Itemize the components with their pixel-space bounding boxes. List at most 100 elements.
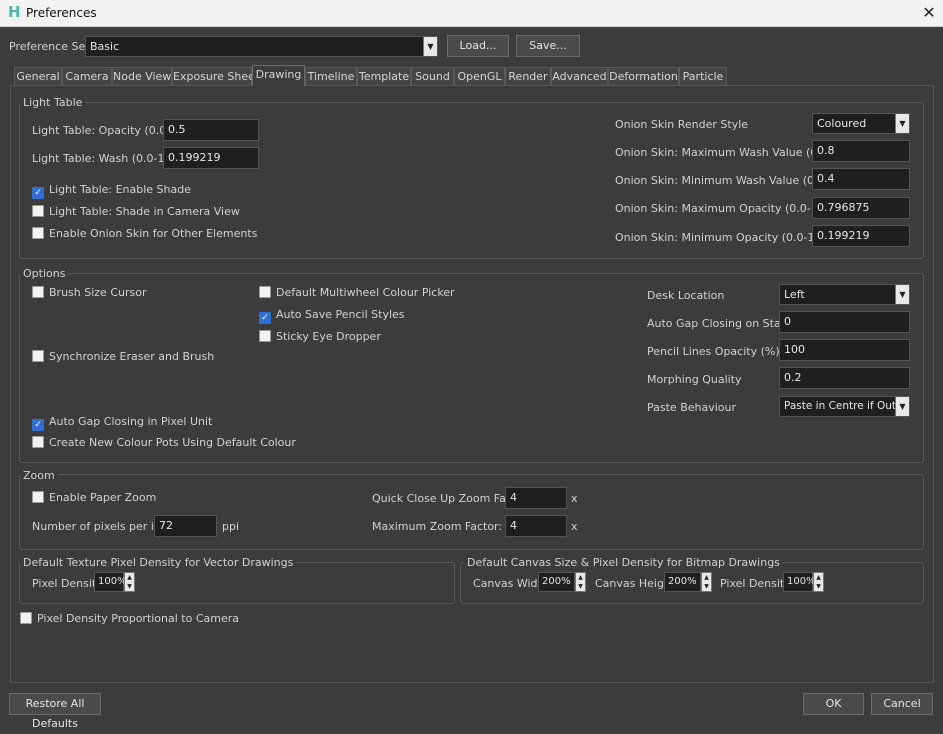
- tab-render[interactable]: Render: [505, 67, 551, 85]
- title-bar: H Preferences ✕: [0, 0, 943, 27]
- paste-behaviour-select[interactable]: Paste in Centre if Outside ▼: [779, 396, 910, 417]
- cancel-button[interactable]: Cancel: [871, 693, 933, 715]
- morphing-quality-input[interactable]: 0.2: [779, 367, 910, 389]
- spin-arrows-icon[interactable]: ▲ ▼: [813, 572, 824, 592]
- ppi-input[interactable]: 72: [154, 515, 217, 537]
- tab-sound[interactable]: Sound: [411, 67, 454, 85]
- min-wash-input[interactable]: 0.4: [812, 168, 910, 190]
- shade-camera-view-checkbox[interactable]: Light Table: Shade in Camera View: [32, 205, 240, 219]
- tab-exposure-sheet[interactable]: Exposure Sheet: [172, 67, 259, 85]
- canvas-density-spinbox[interactable]: 100% ▲ ▼: [783, 572, 827, 592]
- tab-drawing[interactable]: Drawing: [252, 65, 305, 86]
- tab-camera[interactable]: Camera: [62, 67, 112, 85]
- max-zoom-input[interactable]: 4: [505, 515, 567, 537]
- max-wash-input[interactable]: 0.8: [812, 140, 910, 162]
- ok-button[interactable]: OK: [803, 693, 864, 715]
- arrow-up-icon[interactable]: ▲: [816, 574, 821, 581]
- chevron-down-icon[interactable]: ▼: [423, 37, 437, 56]
- texture-density-title: Default Texture Pixel Density for Vector…: [20, 556, 297, 569]
- preference-set-select[interactable]: Basic ▼: [85, 36, 438, 57]
- desk-location-label: Desk Location: [647, 289, 725, 302]
- tab-deformation[interactable]: Deformation: [608, 67, 679, 85]
- desk-location-select[interactable]: Left ▼: [779, 284, 910, 305]
- sync-eraser-label: Synchronize Eraser and Brush: [49, 350, 215, 363]
- arrow-down-icon[interactable]: ▼: [816, 583, 821, 590]
- checkbox-box: [259, 286, 271, 298]
- auto-save-pencil-checkbox[interactable]: ✓ Auto Save Pencil Styles: [259, 308, 405, 324]
- arrow-down-icon[interactable]: ▼: [704, 583, 709, 590]
- tab-general[interactable]: General: [14, 67, 62, 85]
- sync-eraser-checkbox[interactable]: Synchronize Eraser and Brush: [32, 350, 214, 364]
- checkmark-icon: ✓: [32, 419, 44, 431]
- spin-arrows-icon[interactable]: ▲ ▼: [124, 572, 135, 592]
- auto-gap-startup-input[interactable]: 0: [779, 311, 910, 333]
- chevron-down-icon[interactable]: ▼: [895, 397, 909, 416]
- density-proportional-checkbox[interactable]: Pixel Density Proportional to Camera: [20, 612, 239, 626]
- checkbox-box: [20, 612, 32, 624]
- load-button[interactable]: Load...: [447, 35, 509, 57]
- paste-behaviour-label: Paste Behaviour: [647, 401, 737, 414]
- spin-arrows-icon[interactable]: ▲ ▼: [575, 572, 586, 592]
- texture-density-value[interactable]: 100%: [94, 572, 127, 592]
- max-zoom-label: Maximum Zoom Factor:: [372, 520, 503, 533]
- desk-location-value: Left: [784, 288, 805, 301]
- restore-defaults-button[interactable]: Restore All Defaults: [9, 693, 101, 730]
- tab-opengl[interactable]: OpenGL: [454, 67, 505, 85]
- render-style-value: Coloured: [817, 117, 867, 130]
- paper-zoom-label: Enable Paper Zoom: [49, 491, 157, 504]
- checkmark-icon: ✓: [259, 312, 271, 324]
- light-table-opacity-input[interactable]: 0.5: [163, 119, 259, 141]
- sticky-dropper-checkbox[interactable]: Sticky Eye Dropper: [259, 330, 381, 344]
- close-icon[interactable]: ✕: [918, 2, 940, 24]
- checkbox-box: [32, 286, 44, 298]
- canvas-width-value[interactable]: 200%: [538, 572, 575, 592]
- spin-arrows-icon[interactable]: ▲ ▼: [701, 572, 712, 592]
- canvas-size-title: Default Canvas Size & Pixel Density for …: [464, 556, 783, 569]
- min-opacity-label: Onion Skin: Minimum Opacity (0.0-1.0): [615, 231, 830, 244]
- brush-size-cursor-checkbox[interactable]: Brush Size Cursor: [32, 286, 146, 300]
- max-opacity-input[interactable]: 0.796875: [812, 197, 910, 219]
- chevron-down-icon[interactable]: ▼: [895, 114, 909, 133]
- multiwheel-picker-checkbox[interactable]: Default Multiwheel Colour Picker: [259, 286, 455, 300]
- arrow-down-icon[interactable]: ▼: [127, 583, 132, 590]
- brush-size-cursor-label: Brush Size Cursor: [49, 286, 147, 299]
- arrow-up-icon[interactable]: ▲: [578, 574, 583, 581]
- canvas-density-value[interactable]: 100%: [783, 572, 816, 592]
- density-proportional-label: Pixel Density Proportional to Camera: [37, 612, 240, 625]
- checkbox-box: [32, 205, 44, 217]
- arrow-up-icon[interactable]: ▲: [704, 574, 709, 581]
- ppi-unit: ppi: [222, 520, 240, 533]
- canvas-height-spinbox[interactable]: 200% ▲ ▼: [664, 572, 716, 592]
- sticky-dropper-label: Sticky Eye Dropper: [276, 330, 381, 343]
- arrow-down-icon[interactable]: ▼: [578, 583, 583, 590]
- checkbox-box: [32, 227, 44, 239]
- render-style-select[interactable]: Coloured ▼: [812, 113, 910, 134]
- canvas-height-value[interactable]: 200%: [664, 572, 701, 592]
- auto-gap-pixel-checkbox[interactable]: ✓ Auto Gap Closing in Pixel Unit: [32, 415, 212, 431]
- checkmark-icon: ✓: [32, 187, 44, 199]
- tab-node-view[interactable]: Node View: [112, 67, 172, 85]
- new-colour-pots-label: Create New Colour Pots Using Default Col…: [49, 436, 296, 449]
- morphing-quality-label: Morphing Quality: [647, 373, 742, 386]
- paper-zoom-checkbox[interactable]: Enable Paper Zoom: [32, 491, 156, 505]
- new-colour-pots-checkbox[interactable]: Create New Colour Pots Using Default Col…: [32, 436, 296, 450]
- enable-shade-checkbox[interactable]: ✓ Light Table: Enable Shade: [32, 183, 192, 199]
- tab-timeline[interactable]: Timeline: [305, 67, 357, 85]
- preference-set-label: Preference Set:: [9, 40, 94, 53]
- tab-particle[interactable]: Particle: [679, 67, 727, 85]
- onion-skin-other-checkbox[interactable]: Enable Onion Skin for Other Elements: [32, 227, 257, 241]
- tab-template[interactable]: Template: [357, 67, 411, 85]
- quick-zoom-input[interactable]: 4: [505, 487, 567, 509]
- min-opacity-input[interactable]: 0.199219: [812, 225, 910, 247]
- canvas-width-spinbox[interactable]: 200% ▲ ▼: [538, 572, 590, 592]
- harmony-logo-icon: H: [8, 3, 21, 21]
- pencil-opacity-input[interactable]: 100: [779, 339, 910, 361]
- enable-shade-label: Light Table: Enable Shade: [49, 183, 192, 196]
- arrow-up-icon[interactable]: ▲: [127, 574, 132, 581]
- checkbox-box: [32, 350, 44, 362]
- texture-density-spinbox[interactable]: 100% ▲ ▼: [94, 572, 137, 592]
- light-table-wash-input[interactable]: 0.199219: [163, 147, 259, 169]
- chevron-down-icon[interactable]: ▼: [895, 285, 909, 304]
- save-button[interactable]: Save...: [516, 35, 580, 57]
- tab-advanced[interactable]: Advanced: [551, 67, 608, 85]
